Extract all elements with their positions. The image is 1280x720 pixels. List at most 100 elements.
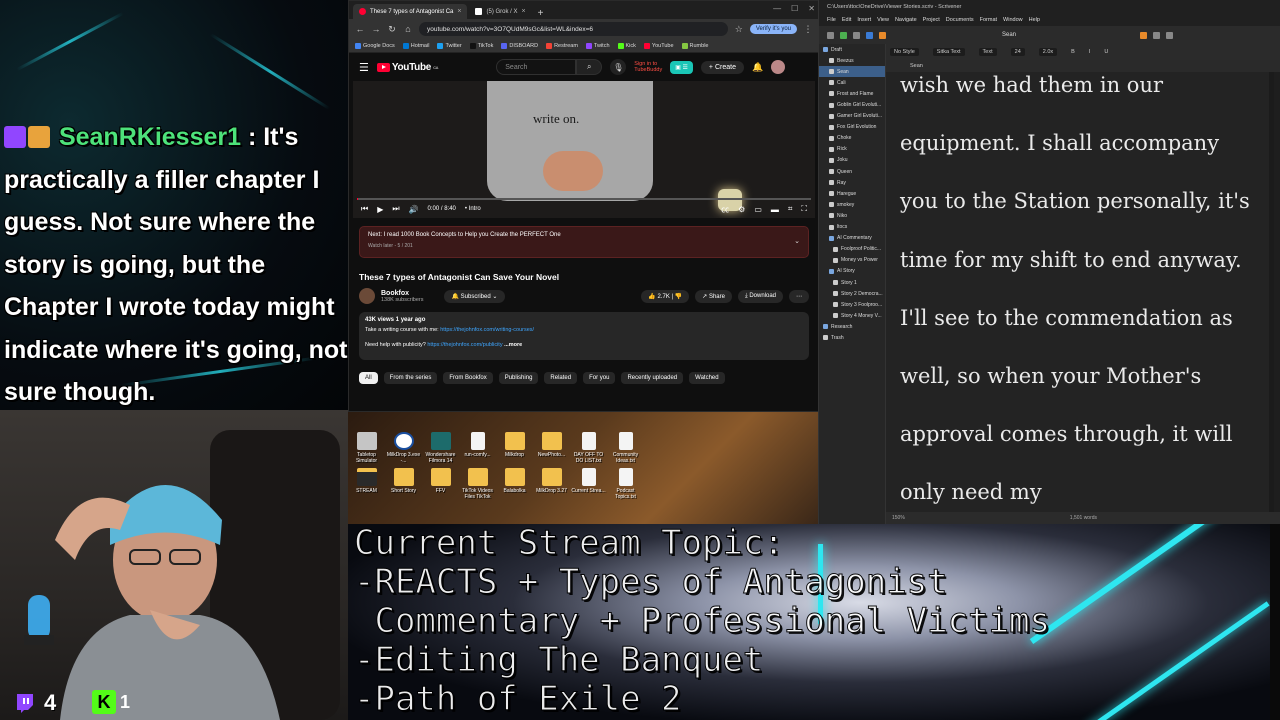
- chip-from-bookfox[interactable]: From Bookfox: [443, 372, 493, 384]
- chip-all[interactable]: All: [359, 372, 378, 384]
- zoom-level[interactable]: 150%: [892, 515, 905, 521]
- binder-item[interactable]: ltocs: [819, 222, 885, 233]
- bold-icon[interactable]: B: [1071, 49, 1075, 55]
- publicity-link[interactable]: https://thejohnfox.com/publicity: [427, 342, 502, 348]
- description-box[interactable]: 43K views 1 year ago Take a writing cour…: [359, 312, 809, 360]
- style-select[interactable]: No Style: [890, 48, 919, 56]
- binder-item[interactable]: Foolproof Politic...: [819, 244, 885, 255]
- desktop-icon[interactable]: Balabolka: [496, 468, 533, 500]
- desktop-icon[interactable]: FFV: [422, 468, 459, 500]
- video-progress-bar[interactable]: [357, 198, 811, 200]
- url-field[interactable]: youtube.com/watch?v=3O7QUdM9sGc&list=WL&…: [419, 22, 728, 36]
- typeface-select[interactable]: Text: [978, 48, 997, 56]
- bookmark-star-icon[interactable]: ☆: [734, 24, 744, 35]
- bookmark-item[interactable]: Restream: [546, 42, 578, 49]
- chip-publishing[interactable]: Publishing: [498, 372, 539, 384]
- folder-icon[interactable]: [853, 31, 860, 39]
- notifications-bell-icon[interactable]: 🔔: [752, 62, 763, 73]
- tab-grok[interactable]: (5) Grok / X ×: [469, 4, 531, 19]
- download-button[interactable]: ⤓ Download: [737, 289, 783, 303]
- verify-button[interactable]: Verify it's you: [749, 24, 797, 34]
- minimize-icon[interactable]: —: [773, 4, 781, 13]
- binder-item[interactable]: Trash: [819, 332, 885, 343]
- binder-item[interactable]: Rick: [819, 144, 885, 155]
- menu-insert[interactable]: Insert: [857, 17, 871, 23]
- chip-from-the-series[interactable]: From the series: [383, 372, 438, 384]
- editor-scrollbar[interactable]: [1269, 72, 1274, 512]
- tab-youtube[interactable]: These 7 types of Antagonist Ca ×: [353, 4, 468, 19]
- video-player[interactable]: write on. ⏮ ▶ ⏭ 🔊 0:00 / 8:40 • Intro ㏄ …: [353, 81, 815, 218]
- menu-navigate[interactable]: Navigate: [895, 17, 917, 23]
- bookmark-item[interactable]: Kick: [617, 42, 636, 49]
- tubebuddy-signin-link[interactable]: Sign in to TubeBuddy: [634, 61, 662, 73]
- volume-icon[interactable]: 🔊: [409, 205, 419, 214]
- reload-icon[interactable]: ↻: [387, 24, 397, 35]
- binder-icon[interactable]: [827, 31, 834, 39]
- bookmark-item[interactable]: Twitter: [437, 42, 462, 49]
- font-size-select[interactable]: 24: [1010, 48, 1025, 56]
- compile-icon[interactable]: [879, 31, 886, 39]
- binder-item[interactable]: Beezus: [819, 55, 885, 66]
- microphone-icon[interactable]: 🎙: [610, 59, 627, 75]
- search-icon[interactable]: ⌕: [576, 59, 603, 75]
- desktop-icon[interactable]: Podcast Topics.txt: [607, 468, 644, 500]
- inspector-icon[interactable]: [1153, 31, 1161, 39]
- forward-icon[interactable]: →: [371, 24, 381, 34]
- bookmark-item[interactable]: YouTube: [643, 42, 674, 49]
- bookmark-item[interactable]: Google Docs: [355, 42, 395, 49]
- menu-view[interactable]: View: [877, 17, 889, 23]
- binder-item[interactable]: Haregue: [819, 188, 885, 199]
- view-mode-icon[interactable]: [1140, 31, 1148, 39]
- chevron-down-icon[interactable]: ⌄: [794, 237, 800, 245]
- desktop-icon[interactable]: Community Ideas.txt: [607, 432, 644, 464]
- desktop-icon[interactable]: MilkDrop 3.exe -...: [385, 432, 422, 464]
- desktop-icon[interactable]: Tabletop Simulator: [348, 432, 385, 464]
- desktop-icon[interactable]: NewPhoto...: [533, 432, 570, 464]
- bookmark-item[interactable]: DISBOARD: [501, 42, 538, 49]
- more-actions-icon[interactable]: ⋯: [789, 289, 809, 303]
- binder-item[interactable]: smokey: [819, 199, 885, 210]
- next-icon[interactable]: ⏭: [392, 204, 399, 214]
- theater-mode-icon[interactable]: ▬: [771, 205, 779, 214]
- desktop-icon[interactable]: Current Strea...: [570, 468, 607, 500]
- menu-format[interactable]: Format: [980, 17, 997, 23]
- editor-text[interactable]: wish we had them in our equipment. I sha…: [900, 72, 1260, 512]
- hamburger-menu-icon[interactable]: ☰: [359, 61, 369, 74]
- binder-item[interactable]: Fox Girl Evolution: [819, 122, 885, 133]
- desktop-icon[interactable]: Wondershare Filmora 14: [422, 432, 459, 464]
- add-icon[interactable]: [840, 31, 847, 39]
- bookmark-item[interactable]: Rumble: [681, 42, 708, 49]
- binder-item[interactable]: Choke: [819, 133, 885, 144]
- binder-item[interactable]: Story 4 Money V...: [819, 310, 885, 321]
- chip-recently-uploaded[interactable]: Recently uploaded: [621, 372, 684, 384]
- menu-documents[interactable]: Documents: [946, 17, 974, 23]
- binder-item[interactable]: Ray: [819, 177, 885, 188]
- maximize-icon[interactable]: ☐: [791, 4, 798, 13]
- menu-dots-icon[interactable]: ⋮: [803, 24, 813, 35]
- channel-name[interactable]: Bookfox: [381, 290, 424, 297]
- desktop-icon[interactable]: DAY OFF TO DO LIST.txt: [570, 432, 607, 464]
- bookmark-item[interactable]: Twitch: [585, 42, 610, 49]
- binder-item[interactable]: Story 2 Democra...: [819, 288, 885, 299]
- show-more-link[interactable]: ...more: [504, 342, 522, 348]
- share-button[interactable]: ↗ Share: [695, 289, 732, 303]
- youtube-logo[interactable]: YouTube CA: [376, 62, 439, 73]
- menu-edit[interactable]: Edit: [842, 17, 851, 23]
- new-tab-button[interactable]: +: [534, 8, 548, 19]
- binder-item[interactable]: Cali: [819, 77, 885, 88]
- underline-icon[interactable]: U: [1104, 49, 1108, 55]
- like-button[interactable]: 👍 2.7K | 👎: [641, 289, 690, 303]
- link-icon[interactable]: [866, 31, 873, 39]
- desktop-icon[interactable]: TikTok Videos Files TikTok: [459, 468, 496, 500]
- binder-item[interactable]: Gamer Girl Evoluti...: [819, 111, 885, 122]
- subtitles-icon[interactable]: ㏄: [721, 204, 729, 215]
- menu-window[interactable]: Window: [1003, 17, 1023, 23]
- settings-gear-icon[interactable]: ⚙: [738, 205, 745, 214]
- create-button[interactable]: + Create: [700, 60, 744, 74]
- desktop-icon[interactable]: Milkdrop: [496, 432, 533, 464]
- binder-item[interactable]: Story 3 Foolproo...: [819, 299, 885, 310]
- bookmark-item[interactable]: TikTok: [469, 42, 493, 49]
- previous-icon[interactable]: ⏮: [361, 204, 368, 214]
- writing-courses-link[interactable]: https://thejohnfox.com/writing-courses/: [440, 327, 534, 333]
- playlist-next-box[interactable]: Next: I read 1000 Book Concepts to Help …: [359, 226, 809, 258]
